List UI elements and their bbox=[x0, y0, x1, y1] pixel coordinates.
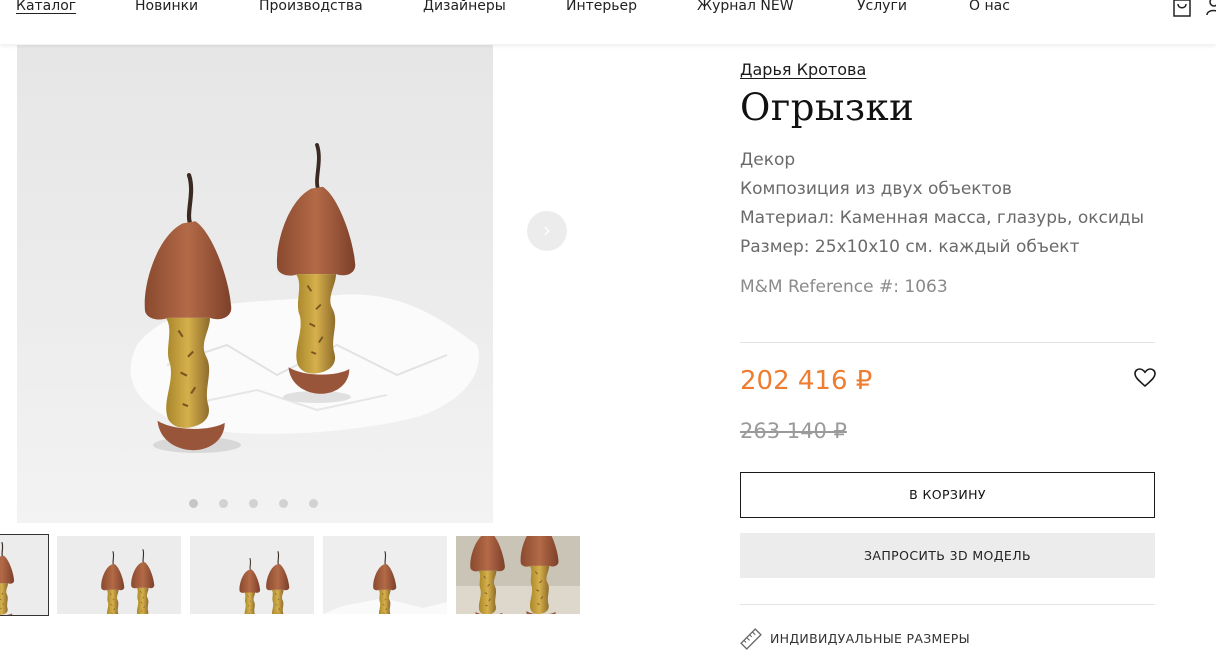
thumbnail-5[interactable] bbox=[456, 536, 580, 614]
product-reference: M&M Reference #: 1063 bbox=[740, 277, 948, 297]
ruler-icon bbox=[740, 628, 762, 650]
nav-item-new[interactable]: Новинки bbox=[135, 0, 198, 14]
product-size: Размер: 25х10х10 см. каждый объект bbox=[740, 237, 1080, 257]
product-title: Огрызки bbox=[740, 86, 915, 129]
slider-dots bbox=[17, 499, 493, 509]
slider-dot-4[interactable] bbox=[279, 499, 288, 508]
nav-item-interior[interactable]: Интерьер bbox=[566, 0, 637, 14]
divider bbox=[740, 604, 1155, 605]
request-3d-model-button[interactable]: ЗАПРОСИТЬ 3D МОДЕЛЬ bbox=[740, 533, 1155, 578]
designer-link[interactable]: Дарья Кротова bbox=[740, 60, 866, 79]
nav-item-catalog[interactable]: Каталог bbox=[16, 0, 76, 14]
nav-item-journal[interactable]: Журнал NEW bbox=[697, 0, 794, 14]
thumbnail-image bbox=[0, 535, 48, 615]
thumbnail-4[interactable] bbox=[323, 536, 447, 614]
slider-dot-5[interactable] bbox=[309, 499, 318, 508]
slider-dot-3[interactable] bbox=[249, 499, 258, 508]
next-slide-button[interactable]: › bbox=[527, 211, 567, 251]
top-navigation: Каталог Новинки Производства Дизайнеры И… bbox=[0, 0, 1216, 44]
current-price: 202 416 ₽ bbox=[740, 366, 873, 396]
user-icon[interactable] bbox=[1206, 0, 1216, 16]
slider-dot-2[interactable] bbox=[219, 499, 228, 508]
chevron-right-icon: › bbox=[543, 218, 551, 242]
thumbnail-image bbox=[190, 536, 314, 614]
thumbnail-1[interactable] bbox=[0, 534, 49, 616]
product-main-image[interactable] bbox=[17, 45, 493, 523]
thumbnail-3[interactable] bbox=[190, 536, 314, 614]
product-category: Декор bbox=[740, 150, 796, 170]
thumbnail-2[interactable] bbox=[57, 536, 181, 614]
product-composition: Композиция из двух объектов bbox=[740, 179, 1012, 199]
nav-item-services[interactable]: Услуги bbox=[857, 0, 907, 14]
divider bbox=[740, 342, 1155, 343]
slider-dot-1[interactable] bbox=[189, 499, 198, 508]
nav-item-manufacturers[interactable]: Производства bbox=[259, 0, 363, 14]
nav-item-designers[interactable]: Дизайнеры bbox=[423, 0, 506, 14]
cart-icon[interactable] bbox=[1172, 0, 1192, 18]
nav-item-about[interactable]: О нас bbox=[969, 0, 1010, 14]
add-to-cart-button[interactable]: В КОРЗИНУ bbox=[740, 472, 1155, 518]
thumbnail-image bbox=[57, 536, 181, 614]
custom-sizes-label: ИНДИВИДУАЛЬНЫЕ РАЗМЕРЫ bbox=[770, 631, 970, 646]
product-photo bbox=[17, 45, 493, 523]
old-price: 263 140 ₽ bbox=[740, 419, 847, 443]
thumbnail-image bbox=[456, 536, 580, 614]
thumbnail-image bbox=[323, 536, 447, 614]
favorite-heart-icon[interactable] bbox=[1134, 368, 1156, 388]
product-material: Материал: Каменная масса, глазурь, оксид… bbox=[740, 208, 1145, 228]
